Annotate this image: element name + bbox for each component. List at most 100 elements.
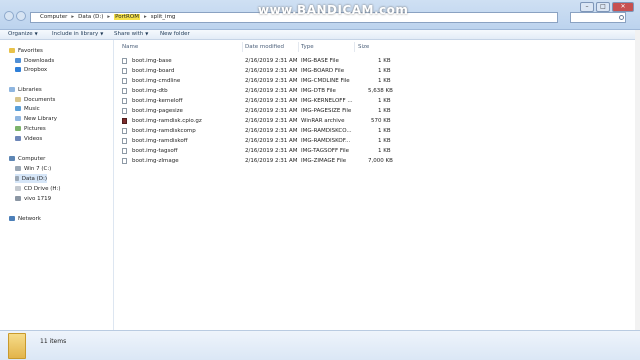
breadcrumb-computer[interactable]: Computer xyxy=(40,14,67,20)
nav-downloads-label: Downloads xyxy=(24,57,55,64)
file-row[interactable]: boot.img-dtb 2/16/2019 2:31 AM IMG-DTB Fil… xyxy=(114,86,404,96)
file-size: 7,000 KB xyxy=(368,158,393,164)
file-icon xyxy=(122,128,127,134)
chevron-right-icon[interactable]: ▸ xyxy=(71,14,74,20)
status-bar: 11 items xyxy=(0,330,640,360)
nav-documents[interactable]: Documents xyxy=(15,95,55,104)
file-row[interactable]: boot.img-tagsoff 2/16/2019 2:31 AM IMG-TAG… xyxy=(114,146,404,156)
nav-computer[interactable]: Computer xyxy=(9,154,45,163)
minimize-button[interactable]: – xyxy=(580,2,594,12)
chevron-down-icon: ▼ xyxy=(145,31,149,36)
organize-label: Organize xyxy=(8,31,33,37)
nav-music[interactable]: Music xyxy=(15,104,40,113)
breadcrumb-split-img[interactable]: split_img xyxy=(151,14,176,20)
nav-dropbox[interactable]: Dropbox xyxy=(15,65,47,74)
file-type: WinRAR archive xyxy=(301,118,345,124)
nav-libraries[interactable]: Libraries xyxy=(9,85,42,94)
nav-cd-drive[interactable]: CD Drive (H:) xyxy=(15,184,61,193)
new-folder-button[interactable]: New folder xyxy=(160,31,190,37)
vertical-scrollbar[interactable] xyxy=(635,30,640,330)
cd-drive-icon xyxy=(15,186,21,191)
folder-icon xyxy=(8,333,26,359)
column-divider[interactable] xyxy=(242,42,243,52)
column-divider[interactable] xyxy=(354,42,355,52)
file-row[interactable]: boot.img-pagesize 2/16/2019 2:31 AM IMG-PA… xyxy=(114,106,404,116)
nav-vivo-label: vivo 1719 xyxy=(24,195,52,202)
search-icon xyxy=(619,15,624,20)
file-size: 1 KB xyxy=(378,78,391,84)
file-row[interactable]: boot.img-base 2/16/2019 2:31 AM IMG-BASE F… xyxy=(114,56,404,66)
file-date: 2/16/2019 2:31 AM xyxy=(245,78,298,84)
file-type: IMG-DTB File xyxy=(301,88,336,94)
file-row[interactable]: boot.img-ramdiskcomp 2/16/2019 2:31 AM IMG… xyxy=(114,126,404,136)
file-icon xyxy=(122,78,127,84)
file-name: boot.img-ramdisk.cpio.gz xyxy=(132,118,202,124)
organize-button[interactable]: Organize ▼ xyxy=(8,31,38,37)
file-type: IMG-CMDLINE File xyxy=(301,78,350,84)
file-icon xyxy=(122,68,127,74)
library-icon xyxy=(15,116,21,121)
dropbox-icon xyxy=(15,67,21,72)
chevron-right-icon[interactable]: ▸ xyxy=(144,14,147,20)
close-button[interactable]: ✕ xyxy=(612,2,634,12)
column-header-date[interactable]: Date modified xyxy=(245,44,284,50)
file-type: IMG-KERNELOFF ... xyxy=(301,98,353,104)
title-bar: Computer ▸ Data (D:) ▸ PortROM ▸ split_i… xyxy=(0,0,640,30)
file-row[interactable]: boot.img-board 2/16/2019 2:31 AM IMG-BOARD… xyxy=(114,66,404,76)
documents-icon xyxy=(15,97,21,102)
nav-vivo-device[interactable]: vivo 1719 xyxy=(15,194,51,203)
share-with-label: Share with xyxy=(114,31,144,37)
maximize-button[interactable]: □ xyxy=(596,2,610,12)
nav-network[interactable]: Network xyxy=(9,214,41,223)
breadcrumb: Computer ▸ Data (D:) ▸ PortROM ▸ split_i… xyxy=(40,14,175,20)
column-header-name[interactable]: Name xyxy=(122,44,138,50)
file-size: 1 KB xyxy=(378,148,391,154)
nav-new-library-label: New Library xyxy=(24,115,57,122)
nav-downloads[interactable]: Downloads xyxy=(15,56,54,65)
nav-new-library[interactable]: New Library xyxy=(15,114,57,123)
file-name: boot.img-cmdline xyxy=(132,78,181,84)
file-icon xyxy=(122,98,127,104)
file-date: 2/16/2019 2:31 AM xyxy=(245,98,298,104)
file-size: 1 KB xyxy=(378,58,391,64)
file-size: 1 KB xyxy=(378,108,391,114)
file-size: 570 KB xyxy=(371,118,391,124)
search-input[interactable] xyxy=(570,12,626,23)
item-count: 11 items xyxy=(40,338,67,345)
nav-network-label: Network xyxy=(18,215,41,222)
command-bar: Organize ▼ Include in library ▼ Share with… xyxy=(0,30,640,40)
column-divider[interactable] xyxy=(298,42,299,52)
nav-videos[interactable]: Videos xyxy=(15,134,42,143)
file-size: 1 KB xyxy=(378,68,391,74)
file-row[interactable]: boot.img-kerneloff 2/16/2019 2:31 AM IMG-K… xyxy=(114,96,404,106)
network-icon xyxy=(9,216,15,221)
file-row[interactable]: boot.img-ramdiskoff 2/16/2019 2:31 AM IMG-… xyxy=(114,136,404,146)
file-row[interactable]: boot.img-ramdisk.cpio.gz 2/16/2019 2:31 A… xyxy=(114,116,404,126)
include-in-library-button[interactable]: Include in library ▼ xyxy=(52,31,103,37)
breadcrumb-portrom[interactable]: PortROM xyxy=(114,14,140,20)
nav-data-drive[interactable]: Data (D:) xyxy=(15,174,47,183)
nav-favorites[interactable]: Favorites xyxy=(9,46,43,55)
breadcrumb-data-drive[interactable]: Data (D:) xyxy=(78,14,103,20)
file-date: 2/16/2019 2:31 AM xyxy=(245,148,298,154)
file-icon xyxy=(122,108,127,114)
forward-button[interactable] xyxy=(16,11,26,21)
file-size: 1 KB xyxy=(378,128,391,134)
file-icon xyxy=(122,58,127,64)
nav-favorites-label: Favorites xyxy=(18,47,43,54)
column-header-size[interactable]: Size xyxy=(358,44,369,50)
column-header-type[interactable]: Type xyxy=(301,44,314,50)
nav-pictures-label: Pictures xyxy=(24,125,46,132)
file-type: IMG-BASE File xyxy=(301,58,339,64)
file-name: boot.img-tagsoff xyxy=(132,148,178,154)
nav-pictures[interactable]: Pictures xyxy=(15,124,46,133)
file-size: 1 KB xyxy=(378,98,391,104)
chevron-right-icon[interactable]: ▸ xyxy=(107,14,110,20)
back-button[interactable] xyxy=(4,11,14,21)
nav-win7-drive[interactable]: Win 7 (C:) xyxy=(15,164,51,173)
file-type: IMG-RAMDISKCO... xyxy=(301,128,352,134)
share-with-button[interactable]: Share with ▼ xyxy=(114,31,148,37)
file-row[interactable]: boot.img-cmdline 2/16/2019 2:31 AM IMG-CMD… xyxy=(114,76,404,86)
file-row[interactable]: boot.img-zImage 2/16/2019 2:31 AM IMG-ZIMA… xyxy=(114,156,404,166)
nav-win7-label: Win 7 (C:) xyxy=(24,165,52,172)
